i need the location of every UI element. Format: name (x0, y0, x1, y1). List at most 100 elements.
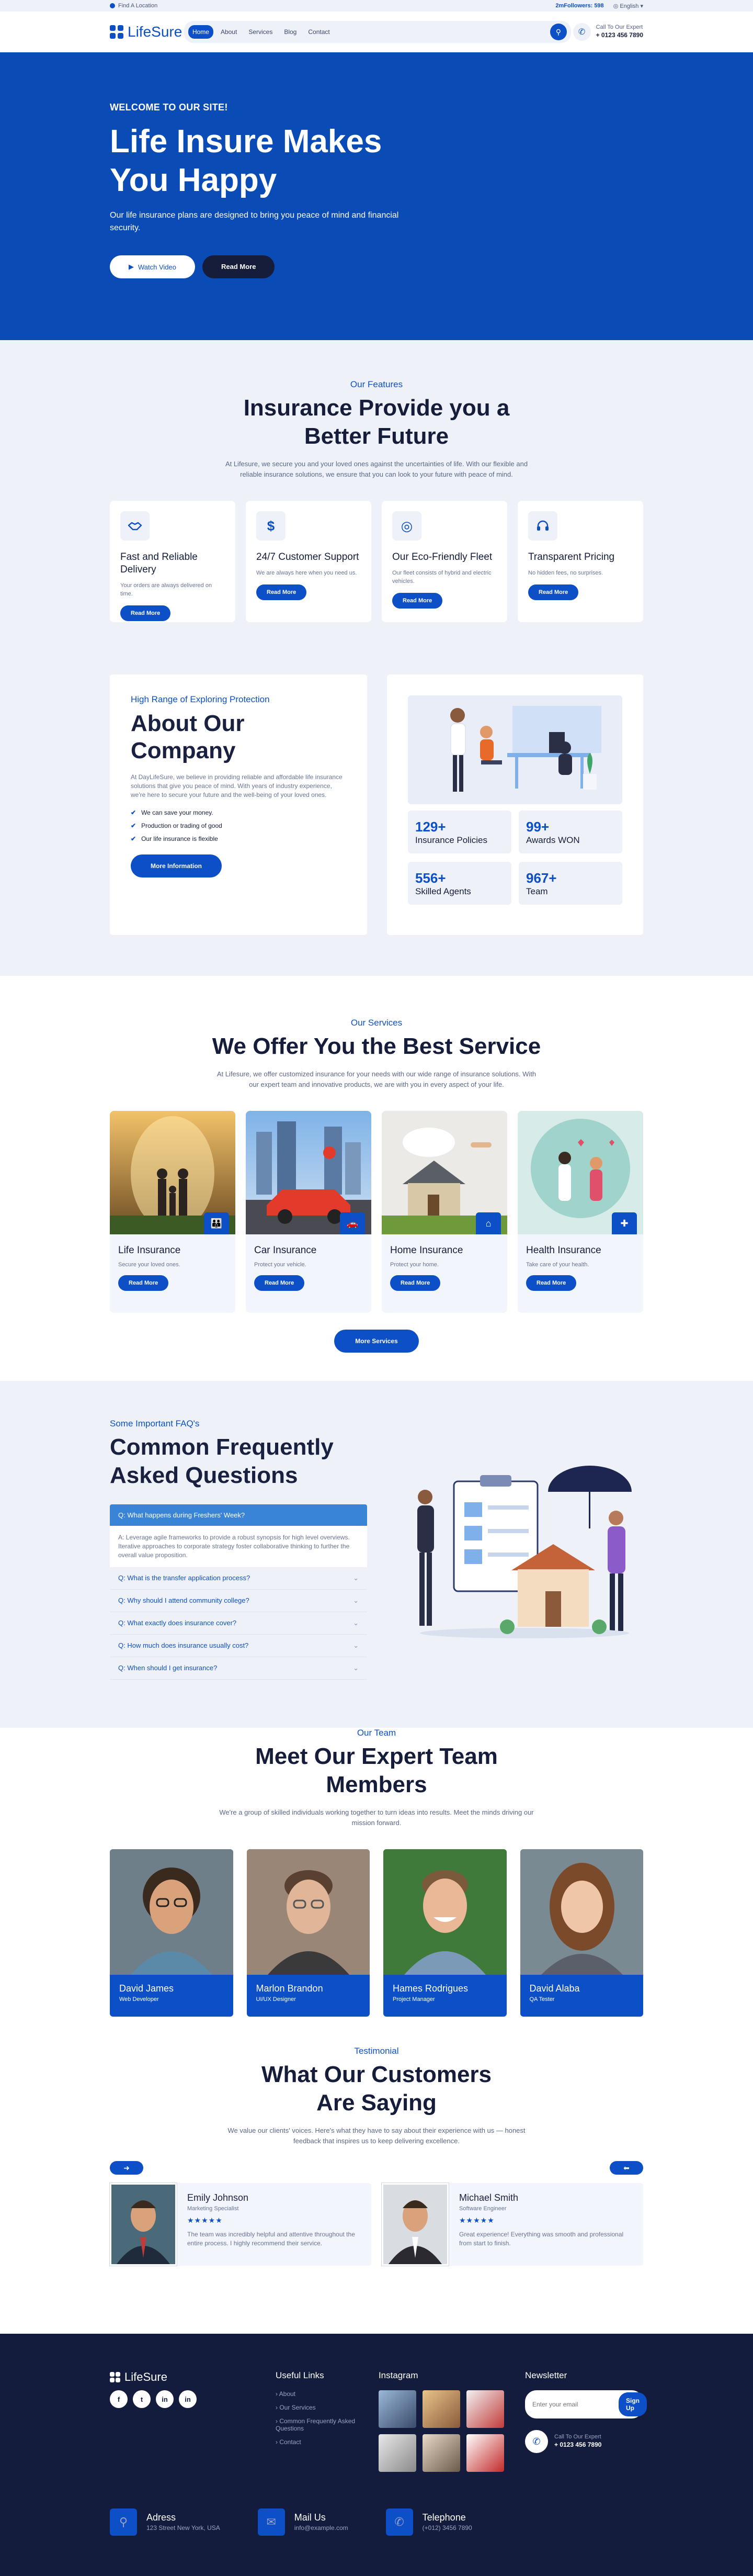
instagram-photo[interactable] (378, 2390, 416, 2428)
facebook-icon[interactable]: f (110, 2390, 128, 2408)
team-desc: We're a group of skilled individuals wor… (219, 1808, 534, 1827)
footer-link[interactable]: › Common Frequently Asked Questions (276, 2417, 358, 2432)
footer-call-number: + 0123 456 7890 (554, 2441, 602, 2448)
watch-video-button[interactable]: ▶ Watch Video (110, 255, 195, 278)
team-member-name: Hames Rodrigues (393, 1983, 469, 1994)
faq-question[interactable]: Q: Why should I attend community college… (110, 1590, 367, 1612)
footer-link[interactable]: › About (276, 2390, 358, 2398)
home-insurance-image: ⌂ (382, 1111, 507, 1234)
customer-name: Emily Johnson (187, 2192, 249, 2203)
chevron-down-icon: ⌄ (353, 1574, 359, 1582)
team-section: Our Team Meet Our Expert Team Members We… (0, 1728, 753, 2038)
nav-home[interactable]: Home (188, 25, 213, 39)
nav-about[interactable]: About (216, 25, 241, 39)
footer-link[interactable]: › Contact (276, 2438, 358, 2446)
instagram-icon[interactable]: in (156, 2390, 174, 2408)
brand-logo[interactable]: LifeSure (110, 24, 182, 40)
location-pin-icon: ⚲ (110, 2508, 137, 2536)
instagram-title: Instagram (378, 2370, 418, 2380)
faq-question[interactable]: Q: What exactly does insurance cover? ⌄ (110, 1612, 367, 1635)
testimonial-text: The team was incredibly helpful and atte… (187, 2231, 355, 2247)
prev-arrow-icon[interactable]: ⬅ (610, 2161, 643, 2175)
instagram-photo[interactable] (466, 2390, 504, 2428)
mail-icon: ✉ (257, 2508, 285, 2536)
stat-value: 556+ (415, 870, 446, 886)
faq-section: Some Important FAQ's Common Frequently A… (0, 1381, 753, 1728)
more-information-button[interactable]: More Information (131, 854, 222, 878)
faq-question[interactable]: Q: How much does insurance usually cost?… (110, 1635, 367, 1657)
team-member-card[interactable]: David James Web Developer (110, 1849, 233, 2017)
feature-read-more-button[interactable]: Read More (120, 605, 171, 621)
service-read-more-button[interactable]: Read More (254, 1275, 305, 1291)
instagram-photo[interactable] (422, 2434, 460, 2472)
nav-blog[interactable]: Blog (280, 25, 301, 39)
team-member-role: Project Manager (393, 1996, 435, 2003)
contact-title: Adress (146, 2512, 176, 2523)
call-label: Call To Our Expert (596, 24, 643, 30)
feature-text: No hidden fees, no surprises. (528, 570, 603, 576)
location-link[interactable]: Find A Location (110, 3, 157, 9)
feature-read-more-button[interactable]: Read More (528, 584, 579, 600)
service-read-more-button[interactable]: Read More (118, 1275, 169, 1291)
location-pin-icon (110, 3, 115, 8)
features-desc: At Lifesure, we secure you and your love… (225, 460, 528, 478)
testimonial-text: Great experience! Everything was smooth … (459, 2231, 624, 2247)
next-arrow-icon[interactable]: ➜ (110, 2161, 143, 2175)
testimonial-section: Testimonial What Our Customers Are Sayin… (0, 2038, 753, 2334)
faq-question-open[interactable]: Q: What happens during Freshers' Week? (110, 1504, 367, 1526)
feature-title: Our Eco-Friendly Fleet (392, 552, 493, 563)
team-member-card[interactable]: Hames Rodrigues Project Manager (383, 1849, 507, 2017)
faq-question[interactable]: Q: What is the transfer application proc… (110, 1567, 367, 1590)
service-read-more-button[interactable]: Read More (526, 1275, 577, 1291)
contact-mail[interactable]: ✉ Mail Us info@example.com (257, 2508, 348, 2536)
language-select[interactable]: ◎ English ▾ (613, 3, 643, 9)
instagram-photo[interactable] (422, 2390, 460, 2428)
service-title: Health Insurance (526, 1245, 601, 1256)
footer-link[interactable]: › Our Services (276, 2404, 358, 2411)
check-label: Production or trading of good (141, 822, 222, 829)
service-read-more-button[interactable]: Read More (390, 1275, 441, 1291)
more-services-button[interactable]: More Services (334, 1330, 419, 1353)
feature-read-more-button[interactable]: Read More (392, 593, 443, 609)
about-title: About Our Company (131, 711, 245, 763)
customer-avatar (381, 2183, 449, 2266)
life-insurance-image: 👪 (110, 1111, 235, 1234)
newsletter-email-input[interactable] (527, 2397, 619, 2412)
instagram-photo[interactable] (378, 2434, 416, 2472)
team-member-role: QA Tester (529, 1996, 555, 2003)
stat-label: Insurance Policies (415, 835, 487, 845)
feature-read-more-button[interactable]: Read More (256, 584, 307, 600)
stat-label: Skilled Agents (415, 886, 471, 896)
about-visual: 129+ Insurance Policies 99+ Awards WON 556… (387, 674, 643, 935)
service-title: Life Insurance (118, 1245, 181, 1256)
header-call[interactable]: ✆ Call To Our Expert + 0123 456 7890 (573, 23, 643, 41)
footer-call[interactable]: ✆ Call To Our Expert + 0123 456 7890 (525, 2430, 643, 2453)
hero-welcome: WELCOME TO OUR SITE! (110, 102, 228, 113)
hero-read-more-button[interactable]: Read More (202, 255, 275, 278)
service-card: 🚗 Car Insurance Protect your vehicle. Re… (246, 1111, 371, 1313)
site-header: LifeSure Home About Services Blog Contac… (0, 12, 753, 52)
search-icon[interactable]: ⚲ (550, 24, 567, 40)
contact-text: 123 Street New York, USA (146, 2524, 220, 2532)
nav-contact[interactable]: Contact (304, 25, 334, 39)
linkedin-icon[interactable]: in (179, 2390, 197, 2408)
sign-up-button[interactable]: Sign Up (619, 2392, 647, 2416)
team-member-photo (246, 1849, 370, 1975)
instagram-photo[interactable] (466, 2434, 504, 2472)
check-item: ✔ We can save your money. (131, 809, 346, 816)
team-member-card[interactable]: Marlon Brandon UI/UX Designer (246, 1849, 370, 2017)
brand-name: LifeSure (128, 24, 182, 40)
stat-card: 967+ Team (519, 862, 622, 905)
service-text: Take care of your health. (526, 1262, 589, 1268)
customer-role: Software Engineer (459, 2206, 507, 2212)
faq-question[interactable]: Q: When should I get insurance? ⌄ (110, 1657, 367, 1680)
nav-services[interactable]: Services (244, 25, 277, 39)
footer-brand-logo[interactable]: LifeSure (110, 2370, 255, 2384)
team-member-card[interactable]: David Alaba QA Tester (520, 1849, 643, 2017)
team-member-name: David James (119, 1983, 174, 1994)
feature-card: $ 24/7 Customer Support We are always he… (246, 501, 371, 622)
stat-card: 556+ Skilled Agents (408, 862, 511, 905)
testimonial-title: What Our Customers Are Saying (261, 2062, 492, 2116)
twitter-icon[interactable]: t (133, 2390, 151, 2408)
contact-telephone[interactable]: ✆ Telephone (+012) 3456 7890 (385, 2508, 472, 2536)
